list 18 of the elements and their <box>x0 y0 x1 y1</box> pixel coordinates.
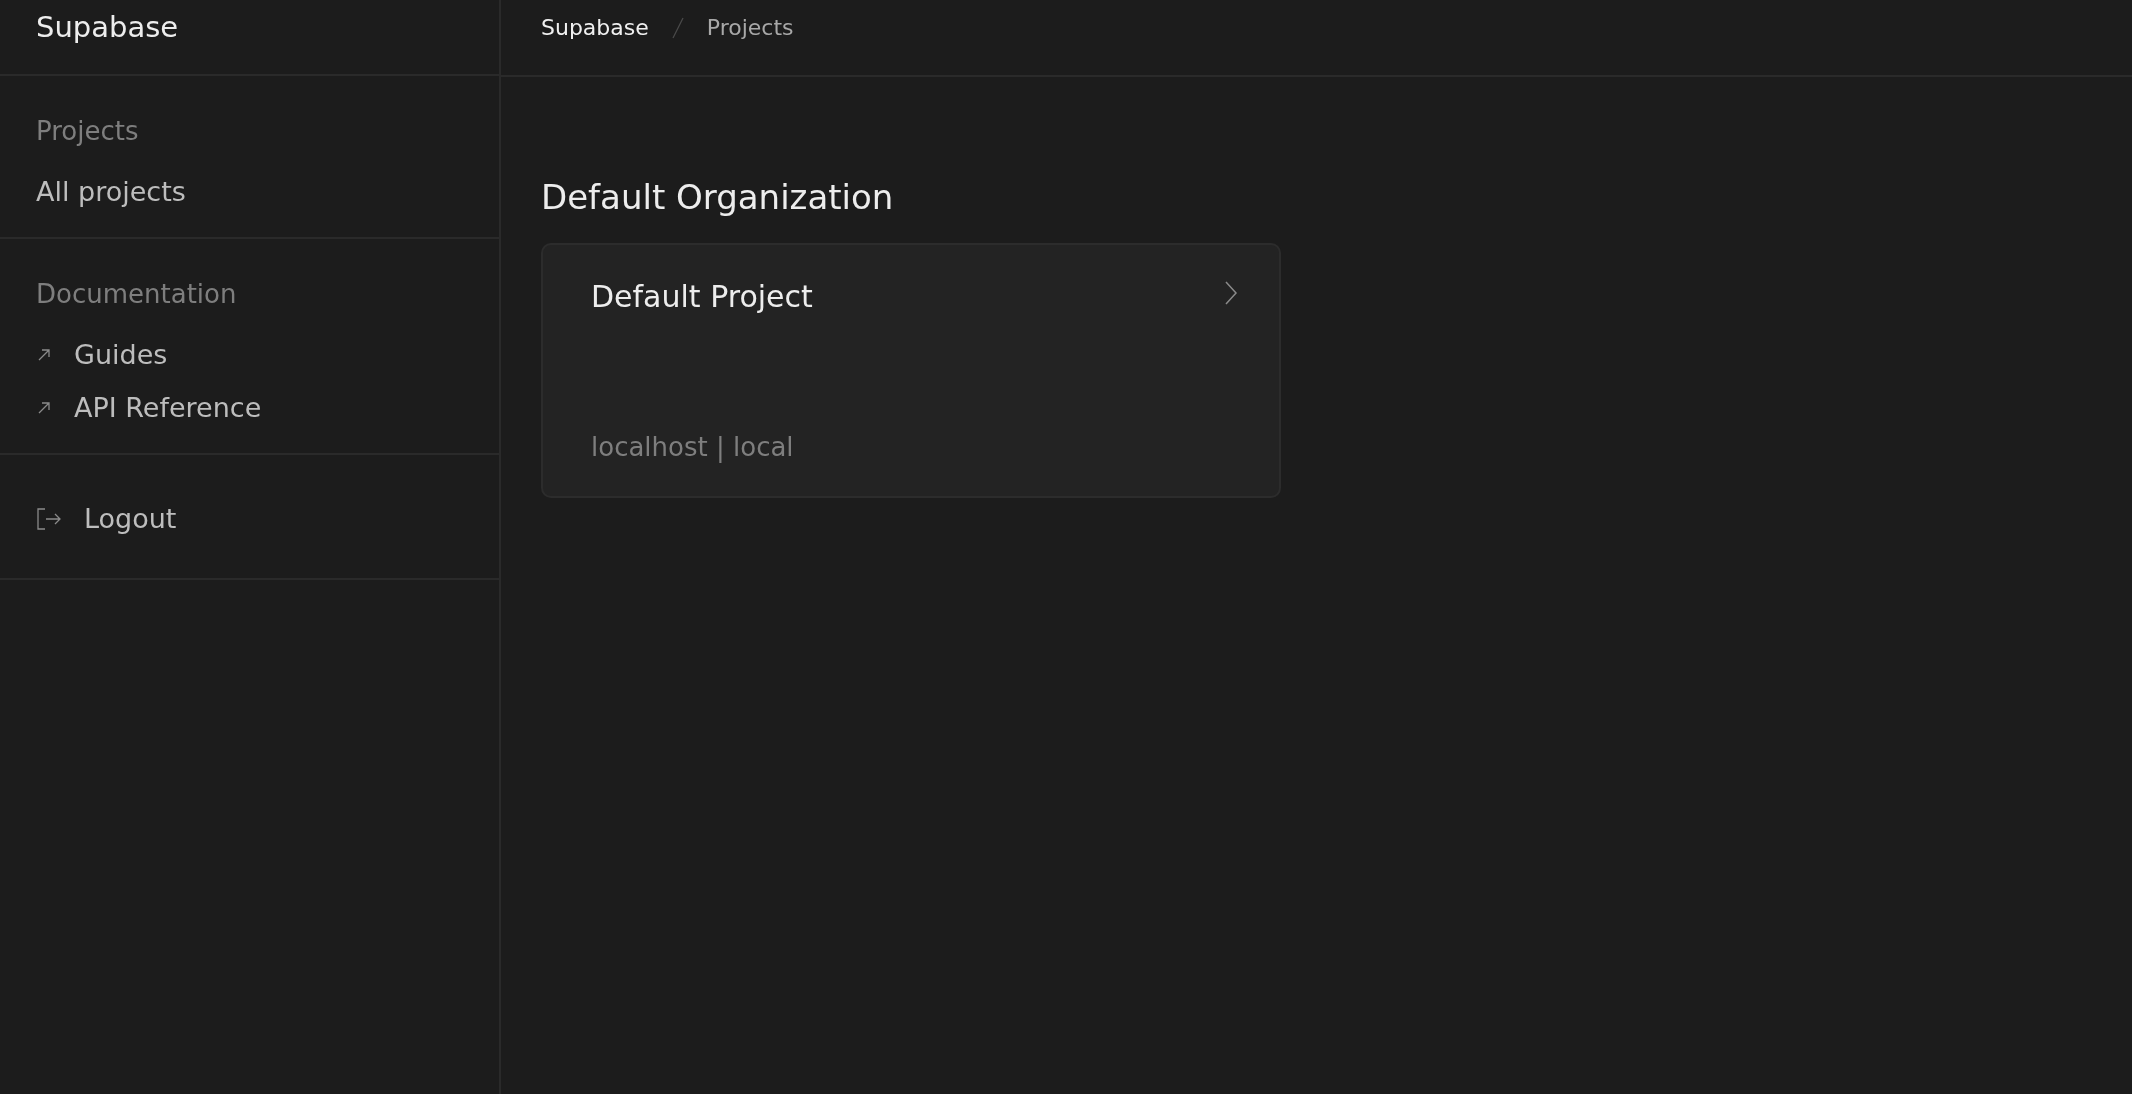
sidebar-link[interactable]: Guides <box>36 339 168 370</box>
organization-title: Default Organization <box>541 177 895 217</box>
app-title: Supabase <box>36 10 179 44</box>
slash-separator-icon <box>670 15 685 40</box>
chevron-right-icon <box>1223 279 1239 307</box>
breadcrumb-link[interactable]: Supabase <box>541 15 649 40</box>
arrow-up-right-icon <box>36 399 52 416</box>
sidebar-link[interactable]: All projects <box>36 176 186 207</box>
logout-icon <box>36 506 62 531</box>
section-heading: Projects <box>36 116 139 146</box>
project-details: localhost | local <box>591 432 795 462</box>
sidebar-link[interactable]: API Reference <box>36 392 262 423</box>
sidebar-link[interactable]: Logout <box>36 503 177 534</box>
breadcrumb-link[interactable]: Projects <box>706 15 794 40</box>
section-heading: Documentation <box>36 279 237 309</box>
project-name: Default Project <box>591 279 813 314</box>
project-card[interactable]: Default Project localhost | local <box>541 243 1281 498</box>
arrow-up-right-icon <box>36 346 52 363</box>
